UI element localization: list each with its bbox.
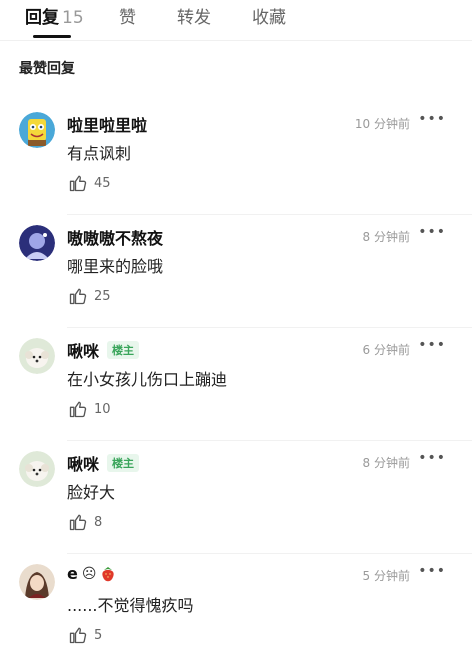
username[interactable]: e [67, 564, 78, 583]
comment-text: 哪里来的脸哦 [67, 257, 164, 276]
like-count: 10 [94, 401, 111, 417]
tab-replies-count: 15 [62, 8, 84, 28]
thumbs-up-icon [69, 401, 87, 418]
like-button[interactable]: 10 [68, 399, 111, 419]
face-emoji: ☹ [81, 565, 97, 582]
like-count: 45 [94, 175, 111, 191]
comment-text: ......不觉得愧疚吗 [67, 596, 194, 615]
tab-replies[interactable]: 回复 15 [25, 3, 84, 28]
thumbs-up-icon [69, 627, 87, 644]
thumbs-up-icon [69, 514, 87, 531]
op-badge: 楼主 [107, 454, 140, 472]
tab-bar: 回复 15 赞 转发 收藏 [0, 0, 472, 41]
tab-likes[interactable]: 赞 [119, 3, 136, 28]
comment-text: 有点讽刺 [67, 144, 132, 163]
comment-item: e ☹ 5 分钟前 ••• ......不觉得愧疚吗 5 [0, 554, 472, 667]
tab-replies-label: 回复 [25, 8, 59, 28]
timestamp: 10 分钟前 [354, 117, 410, 131]
username[interactable]: 啾咪 [67, 338, 99, 362]
avatar[interactable] [19, 451, 55, 487]
avatar[interactable] [19, 338, 55, 374]
like-count: 8 [94, 514, 103, 530]
username[interactable]: 啾咪 [67, 451, 99, 475]
more-icon[interactable]: ••• [418, 563, 446, 579]
section-title: 最赞回复 [19, 61, 75, 77]
timestamp: 8 分钟前 [362, 456, 410, 470]
like-button[interactable]: 8 [68, 512, 102, 532]
thumbs-up-icon [69, 288, 87, 305]
op-badge: 楼主 [107, 341, 140, 359]
comment-text: 在小女孩儿伤口上蹦迪 [67, 370, 228, 389]
timestamp: 8 分钟前 [362, 230, 410, 244]
timestamp: 6 分钟前 [362, 343, 410, 357]
like-button[interactable]: 5 [68, 625, 102, 645]
like-count: 25 [94, 288, 111, 304]
more-icon[interactable]: ••• [418, 450, 446, 466]
like-button[interactable]: 45 [68, 173, 111, 193]
comment-item: 嗷嗷嗷不熬夜 8 分钟前 ••• 哪里来的脸哦 25 [0, 215, 472, 328]
strawberry-icon [102, 566, 115, 581]
more-icon[interactable]: ••• [418, 337, 446, 353]
comment-item: 啾咪 楼主 6 分钟前 ••• 在小女孩儿伤口上蹦迪 10 [0, 328, 472, 441]
timestamp: 5 分钟前 [362, 569, 410, 583]
tab-favorites[interactable]: 收藏 [252, 3, 286, 28]
comment-item: 啦里啦里啦 10 分钟前 ••• 有点讽刺 45 [0, 102, 472, 215]
comment-item: 啾咪 楼主 8 分钟前 ••• 脸好大 8 [0, 441, 472, 554]
avatar[interactable] [19, 112, 55, 148]
username[interactable]: 啦里啦里啦 [67, 112, 147, 136]
avatar[interactable] [19, 564, 55, 600]
more-icon[interactable]: ••• [418, 111, 446, 127]
thumbs-up-icon [69, 175, 87, 192]
comment-text: 脸好大 [67, 483, 116, 502]
more-icon[interactable]: ••• [418, 224, 446, 240]
like-button[interactable]: 25 [68, 286, 111, 306]
avatar[interactable] [19, 225, 55, 261]
active-tab-indicator [33, 35, 71, 38]
tab-reposts[interactable]: 转发 [177, 3, 211, 28]
username[interactable]: 嗷嗷嗷不熬夜 [67, 225, 163, 249]
like-count: 5 [94, 627, 103, 643]
